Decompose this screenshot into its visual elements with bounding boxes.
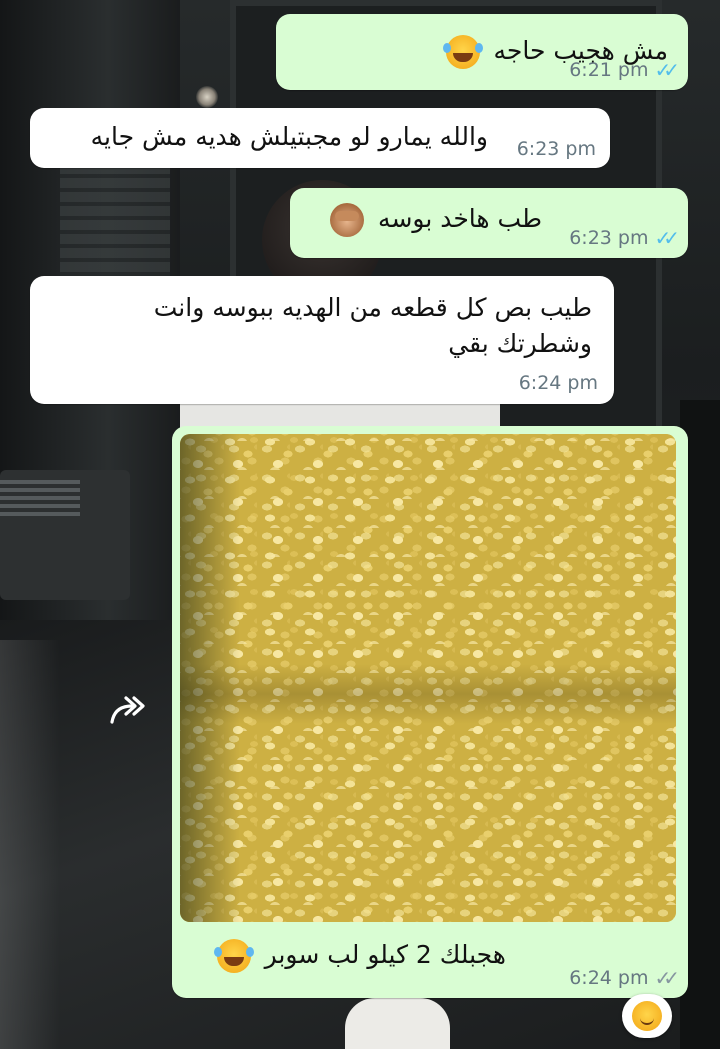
message-caption-body: هجبلك 2 كيلو لب سوبر <box>264 940 506 969</box>
message-text: طيب بص كل قطعه من الهديه ببوسه وانت وشطر… <box>154 290 592 362</box>
message-bubble-incoming[interactable]: والله يمارو لو مجبتيلش هديه مش جايه 6:23… <box>30 108 610 168</box>
message-meta: 6:24 pm ✓✓ <box>569 966 680 990</box>
message-bubble-incoming[interactable]: طيب بص كل قطعه من الهديه ببوسه وانت وشطر… <box>30 276 614 404</box>
message-time: 6:24 pm <box>518 372 598 394</box>
message-time: 6:23 pm <box>516 138 596 160</box>
message-text: والله يمارو لو مجبتيلش هديه مش جايه <box>90 122 488 151</box>
message-photo[interactable] <box>180 434 676 922</box>
wallpaper-glass <box>0 640 60 1049</box>
message-meta: 6:24 pm <box>519 372 598 394</box>
tears-of-joy-emoji-icon <box>213 939 251 973</box>
message-reaction[interactable] <box>622 994 672 1038</box>
message-meta: 6:21 pm ✓✓ <box>569 58 680 82</box>
double-check-icon: ✓✓ <box>654 966 679 990</box>
wallpaper-cushion <box>0 480 80 516</box>
see-no-evil-monkey-emoji-icon <box>330 203 365 237</box>
double-check-icon: ✓✓ <box>654 58 679 82</box>
message-text: طب هاخد بوسه <box>330 202 542 237</box>
photo-bag-fold <box>180 664 676 724</box>
message-time: 6:21 pm <box>569 59 649 81</box>
message-line: طيب بص كل قطعه من الهديه ببوسه وانت <box>153 293 592 322</box>
message-bubble-outgoing[interactable]: مش هجيب حاجه 6:21 pm ✓✓ <box>276 14 688 90</box>
wallpaper-stairs <box>60 150 170 290</box>
photo-bag-edge <box>180 434 240 922</box>
message-bubble-outgoing-image[interactable]: هجبلك 2 كيلو لب سوبر 6:24 pm ✓✓ <box>172 426 688 998</box>
message-meta: 6:23 pm <box>517 138 596 160</box>
wallpaper-shoe <box>345 998 450 1049</box>
message-bubble-outgoing[interactable]: طب هاخد بوسه 6:23 pm ✓✓ <box>290 188 688 258</box>
message-text-body: طب هاخد بوسه <box>378 204 542 233</box>
message-time: 6:24 pm <box>569 967 649 989</box>
double-check-icon: ✓✓ <box>654 226 679 250</box>
slightly-smiling-face-emoji-icon <box>632 1001 662 1031</box>
message-line: وشطرتك بقي <box>448 329 592 358</box>
message-meta: 6:23 pm ✓✓ <box>569 226 680 250</box>
wallpaper-lamp <box>196 86 218 108</box>
tears-of-joy-emoji-icon <box>442 35 480 69</box>
message-caption: هجبلك 2 كيلو لب سوبر <box>213 938 506 973</box>
forward-icon[interactable] <box>108 694 148 728</box>
message-time: 6:23 pm <box>569 227 649 249</box>
